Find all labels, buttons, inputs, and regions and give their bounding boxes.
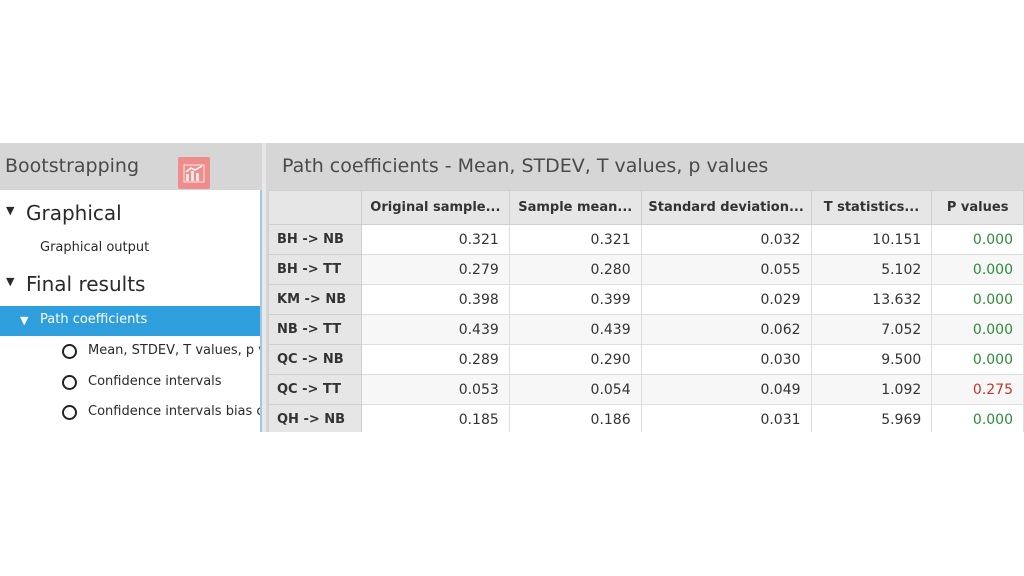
cell-original-sample[interactable]: 0.279 (360, 254, 510, 285)
column-header-standard-deviation[interactable]: Standard deviation... (640, 190, 812, 225)
table-row[interactable]: QH -> NB 0.185 0.186 0.031 5.969 0.000 (268, 404, 1024, 432)
tree-item-mean-stdev-label: Mean, STDEV, T values, p v (88, 343, 260, 358)
cell-original-sample[interactable]: 0.439 (360, 314, 510, 345)
tree-item-graphical-label: Graphical (26, 201, 122, 225)
cell-p-value[interactable]: 0.000 (931, 344, 1024, 375)
tree-item-confidence-intervals-bias-label: Confidence intervals bias c (88, 404, 260, 419)
table-row[interactable]: QC -> NB 0.289 0.290 0.030 9.500 0.000 (268, 344, 1024, 375)
radio-empty-icon[interactable] (62, 375, 77, 390)
cell-sample-mean[interactable]: 0.280 (508, 254, 642, 285)
cell-path[interactable]: QC -> NB (268, 344, 362, 375)
cell-original-sample[interactable]: 0.289 (360, 344, 510, 375)
table-body: BH -> NB 0.321 0.321 0.032 10.151 0.000 BH -> … (268, 224, 1024, 432)
cell-standard-deviation[interactable]: 0.030 (640, 344, 812, 375)
column-header-sample-mean[interactable]: Sample mean... (508, 190, 642, 225)
left-panel-header: Bootstrapping (0, 143, 262, 190)
table-row[interactable]: QC -> TT 0.053 0.054 0.049 1.092 0.275 (268, 374, 1024, 405)
cell-t-statistics[interactable]: 7.052 (810, 314, 933, 345)
cell-sample-mean[interactable]: 0.321 (508, 224, 642, 255)
cell-t-statistics[interactable]: 13.632 (810, 284, 933, 315)
line-chart-icon[interactable] (178, 157, 210, 189)
tree-item-path-coefficients[interactable]: ▼ Path coefficients (0, 306, 260, 336)
cell-path[interactable]: QH -> NB (268, 404, 362, 432)
tree-item-graphical-output-label: Graphical output (40, 240, 150, 255)
bootstrapping-window: Bootstrapping ▼ Graphical Graphical outp… (0, 143, 1024, 432)
cell-t-statistics[interactable]: 10.151 (810, 224, 933, 255)
left-panel-title: Bootstrapping (5, 155, 140, 177)
cell-original-sample[interactable]: 0.321 (360, 224, 510, 255)
panel-splitter[interactable] (262, 143, 266, 432)
cell-p-value[interactable]: 0.000 (931, 224, 1024, 255)
cell-standard-deviation[interactable]: 0.032 (640, 224, 812, 255)
cell-path[interactable]: QC -> TT (268, 374, 362, 405)
cell-p-value[interactable]: 0.000 (931, 314, 1024, 345)
tree-item-path-coefficients-label: Path coefficients (40, 312, 148, 327)
tree-item-confidence-intervals[interactable]: Confidence intervals (0, 373, 260, 395)
cell-p-value[interactable]: 0.000 (931, 254, 1024, 285)
cell-p-value[interactable]: 0.275 (931, 374, 1024, 405)
cell-original-sample[interactable]: 0.185 (360, 404, 510, 432)
column-header-original-sample[interactable]: Original sample... (360, 190, 510, 225)
tree-item-final-results-label: Final results (26, 272, 146, 296)
cell-path[interactable]: BH -> NB (268, 224, 362, 255)
cell-t-statistics[interactable]: 1.092 (810, 374, 933, 405)
column-header-p-values[interactable]: P values (931, 190, 1024, 225)
triangle-down-icon[interactable]: ▼ (6, 275, 14, 288)
column-header-t-statistics[interactable]: T statistics... (810, 190, 933, 225)
cell-standard-deviation[interactable]: 0.049 (640, 374, 812, 405)
cell-original-sample[interactable]: 0.053 (360, 374, 510, 405)
table-header-row: Original sample... Sample mean... Standa… (268, 190, 1024, 225)
cell-p-value[interactable]: 0.000 (931, 404, 1024, 432)
cell-path[interactable]: BH -> TT (268, 254, 362, 285)
results-title: Path coefficients - Mean, STDEV, T value… (282, 155, 769, 177)
cell-path[interactable]: NB -> TT (268, 314, 362, 345)
cell-sample-mean[interactable]: 0.290 (508, 344, 642, 375)
cell-standard-deviation[interactable]: 0.055 (640, 254, 812, 285)
cell-sample-mean[interactable]: 0.186 (508, 404, 642, 432)
cell-p-value[interactable]: 0.000 (931, 284, 1024, 315)
cell-original-sample[interactable]: 0.398 (360, 284, 510, 315)
table-row[interactable]: BH -> TT 0.279 0.280 0.055 5.102 0.000 (268, 254, 1024, 285)
table-row[interactable]: BH -> NB 0.321 0.321 0.032 10.151 0.000 (268, 224, 1024, 255)
cell-t-statistics[interactable]: 5.102 (810, 254, 933, 285)
cell-standard-deviation[interactable]: 0.031 (640, 404, 812, 432)
cell-path[interactable]: KM -> NB (268, 284, 362, 315)
cell-sample-mean[interactable]: 0.439 (508, 314, 642, 345)
triangle-down-icon[interactable]: ▼ (6, 204, 14, 217)
cell-sample-mean[interactable]: 0.054 (508, 374, 642, 405)
tree-item-mean-stdev[interactable]: Mean, STDEV, T values, p v (0, 342, 260, 364)
cell-t-statistics[interactable]: 9.500 (810, 344, 933, 375)
cell-sample-mean[interactable]: 0.399 (508, 284, 642, 315)
results-table-container: Original sample... Sample mean... Standa… (268, 190, 1024, 432)
tree-item-confidence-intervals-label: Confidence intervals (88, 374, 222, 389)
radio-empty-icon[interactable] (62, 344, 77, 359)
radio-empty-icon[interactable] (62, 405, 77, 420)
tree-item-confidence-intervals-bias[interactable]: Confidence intervals bias c (0, 403, 260, 425)
cell-t-statistics[interactable]: 5.969 (810, 404, 933, 432)
path-coefficients-table: Original sample... Sample mean... Standa… (268, 190, 1024, 432)
cell-standard-deviation[interactable]: 0.062 (640, 314, 812, 345)
column-header-path[interactable] (268, 190, 362, 225)
results-tree: ▼ Graphical Graphical output ▼ Final res… (0, 190, 262, 432)
table-row[interactable]: KM -> NB 0.398 0.399 0.029 13.632 0.000 (268, 284, 1024, 315)
triangle-down-icon[interactable]: ▼ (20, 314, 28, 327)
cell-standard-deviation[interactable]: 0.029 (640, 284, 812, 315)
table-row[interactable]: NB -> TT 0.439 0.439 0.062 7.052 0.000 (268, 314, 1024, 345)
